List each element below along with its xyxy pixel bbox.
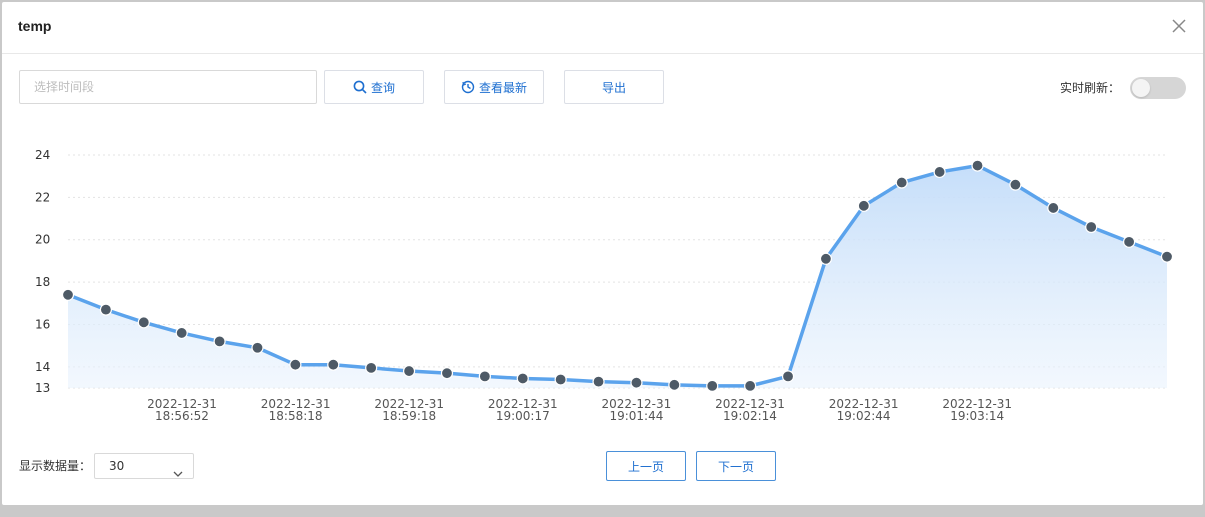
data-point: [857, 199, 870, 212]
x-tick-time: 18:59:18: [382, 409, 436, 423]
data-point: [895, 176, 908, 189]
data-count-select[interactable]: 30: [94, 453, 194, 479]
prev-page-button[interactable]: 上一页: [606, 451, 686, 481]
series-area: [68, 165, 1167, 388]
dialog-title: temp: [18, 18, 52, 34]
query-button-label: 查询: [370, 80, 395, 95]
data-point: [1085, 220, 1098, 234]
data-point: [137, 316, 150, 329]
data-point: [365, 361, 378, 374]
data-point: [971, 159, 984, 172]
data-point: [99, 303, 112, 316]
next-page-button[interactable]: 下一页: [696, 451, 776, 481]
data-point: [175, 326, 188, 340]
query-button[interactable]: 查询: [324, 70, 424, 104]
prev-page-label: 上一页: [627, 459, 664, 474]
dialog-header: temp: [2, 2, 1203, 54]
y-tick-label: 18: [35, 275, 50, 289]
data-point: [1009, 178, 1022, 191]
data-point: [706, 379, 719, 392]
data-point: [630, 376, 643, 389]
data-point: [327, 358, 340, 371]
data-point: [819, 252, 833, 265]
y-tick-label: 22: [35, 190, 50, 204]
export-button[interactable]: 导出: [564, 70, 664, 104]
search-icon: [353, 80, 367, 94]
x-tick-time: 19:00:17: [496, 409, 550, 423]
y-tick-label: 14: [35, 360, 50, 374]
data-point: [1160, 250, 1174, 263]
data-point: [251, 341, 264, 354]
y-tick-label: 16: [35, 317, 50, 331]
x-tick-time: 19:03:14: [950, 409, 1004, 423]
chevron-down-icon: [173, 462, 183, 486]
data-point: [781, 370, 795, 383]
data-point: [516, 372, 529, 385]
x-tick-time: 19:01:44: [609, 409, 663, 423]
data-point: [744, 379, 757, 392]
time-range-input[interactable]: [19, 70, 317, 104]
x-tick-time: 18:58:18: [269, 409, 323, 423]
temperature-chart: 131416182022242022-12-3118:56:522022-12-…: [35, 148, 1174, 423]
realtime-refresh-toggle[interactable]: [1130, 77, 1186, 99]
y-tick-label: 20: [35, 233, 50, 247]
data-point: [1123, 235, 1136, 248]
data-point: [289, 358, 302, 371]
data-point: [440, 367, 454, 380]
data-count-label: 显示数据量：: [19, 459, 92, 473]
data-point: [554, 373, 567, 386]
dialog: temp 查询 查看最新 导出 实时刷新： 131416182022242022…: [2, 2, 1203, 505]
data-point: [402, 364, 416, 378]
next-page-label: 下一页: [717, 459, 754, 474]
export-button-label: 导出: [601, 80, 626, 95]
data-point: [478, 370, 491, 383]
data-count-value: 30: [109, 459, 125, 473]
y-tick-label: 24: [35, 148, 50, 162]
toggle-knob: [1132, 79, 1150, 97]
data-point: [933, 165, 946, 179]
view-latest-button[interactable]: 查看最新: [444, 70, 544, 104]
x-tick-time: 19:02:44: [837, 409, 891, 423]
realtime-refresh-label: 实时刷新：: [1060, 81, 1121, 95]
data-point: [61, 288, 75, 301]
data-point: [213, 335, 226, 348]
data-point: [592, 375, 605, 388]
y-tick-label: 13: [35, 381, 50, 395]
close-icon[interactable]: [1169, 16, 1189, 36]
x-tick-time: 19:02:14: [723, 409, 777, 423]
x-tick-time: 18:56:52: [155, 409, 209, 423]
data-point: [1047, 201, 1060, 215]
data-point: [668, 378, 681, 391]
refresh-clock-icon: [461, 80, 475, 94]
view-latest-label: 查看最新: [478, 80, 527, 95]
